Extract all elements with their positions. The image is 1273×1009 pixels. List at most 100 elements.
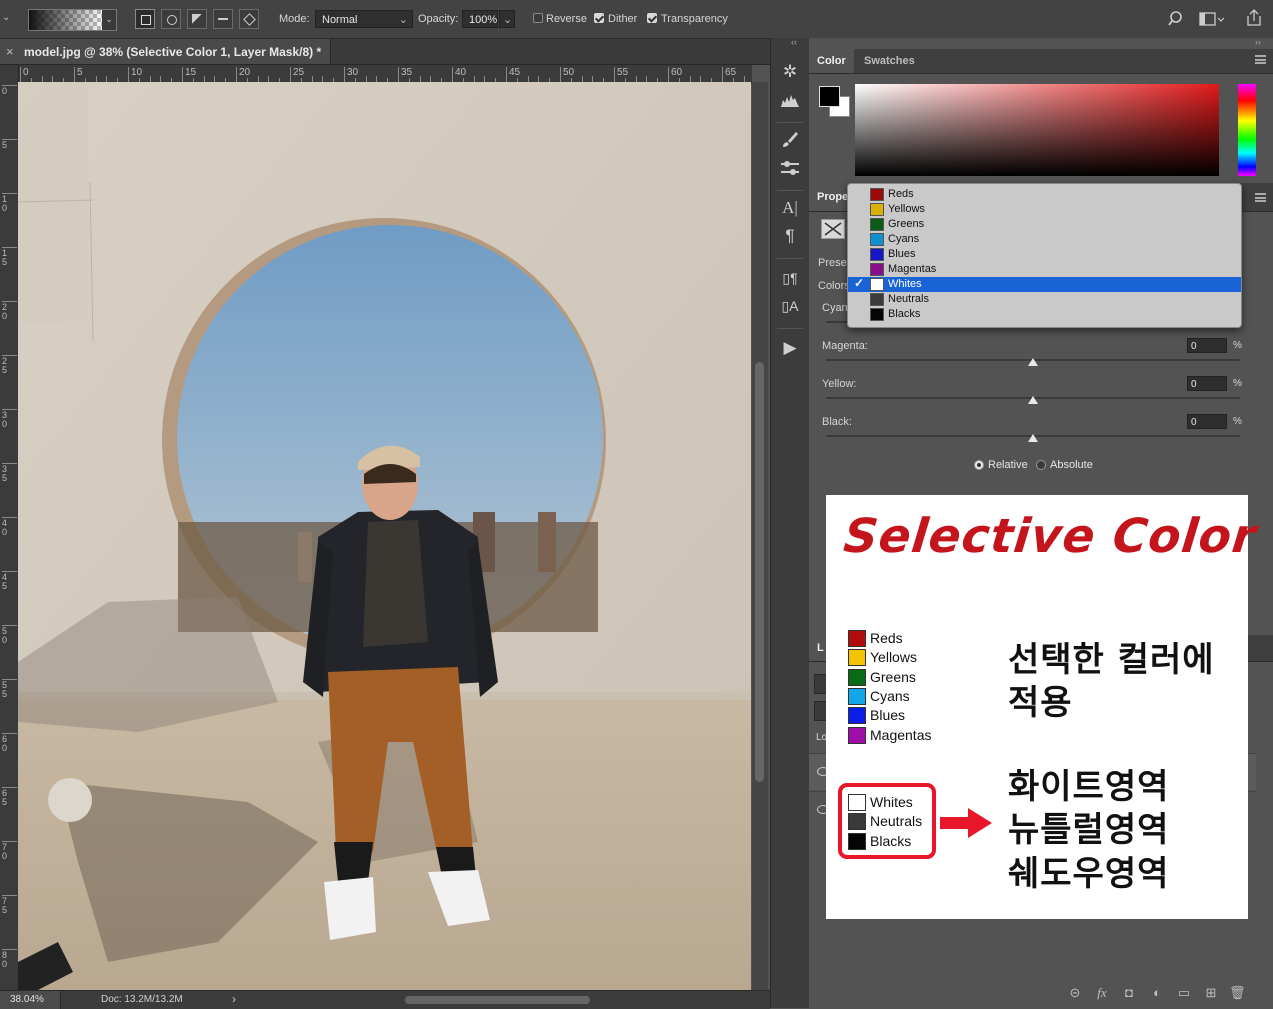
color-swatch xyxy=(848,832,866,850)
mask-icon[interactable] xyxy=(821,219,845,239)
layers-footer: ⊝ fx ◘ ◐ ▭ ⊞ 🗑 xyxy=(809,978,1273,1008)
ruler-tick xyxy=(182,67,183,82)
range-label: Cyans xyxy=(870,687,910,704)
color-swatch xyxy=(848,813,866,831)
tool-preset-picker[interactable]: ⌄ xyxy=(2,12,16,26)
opacity-dropdown[interactable]: ⌄ xyxy=(499,10,515,28)
color-panel: Color Swatches xyxy=(809,49,1273,181)
gradient-preview[interactable] xyxy=(28,9,104,31)
caption-whites: 화이트영역 xyxy=(1008,767,1170,807)
colors-option-blues[interactable]: Blues xyxy=(848,247,1241,262)
collapse-arrows-icon[interactable]: ‹‹ xyxy=(791,37,797,47)
colors-option-magentas[interactable]: Magentas xyxy=(848,262,1241,277)
ruler-label: 25 xyxy=(2,356,8,375)
transparency-checkbox[interactable] xyxy=(647,13,657,23)
colors-option-greens[interactable]: Greens xyxy=(848,217,1241,232)
trash-icon[interactable]: 🗑 xyxy=(1229,985,1246,1001)
color-swatch xyxy=(848,794,866,811)
zoom-field[interactable]: 38.04% xyxy=(0,991,61,1009)
navigator-icon[interactable]: ✲ xyxy=(778,60,802,84)
vertical-ruler: 0 5 10 15 20 25 30 35 40 45 50 55 60 65 70 75 80 xyxy=(0,65,19,990)
workspace-icon[interactable] xyxy=(1199,10,1225,28)
ruler-label: 15 xyxy=(185,67,197,78)
ruler-label: 65 xyxy=(725,67,737,78)
dither-checkbox[interactable] xyxy=(594,13,604,23)
ruler-tick xyxy=(20,67,21,82)
color-swatch xyxy=(870,278,884,291)
scrollbar-thumb[interactable] xyxy=(755,362,764,782)
expand-arrows-icon[interactable]: ›› xyxy=(1255,37,1261,47)
brush-icon[interactable] xyxy=(778,128,802,152)
document-tab[interactable]: × model.jpg @ 38% (Selective Color 1, La… xyxy=(0,39,331,64)
yellow-input[interactable]: 0 xyxy=(1187,376,1227,391)
black-unit: % xyxy=(1233,416,1242,427)
relative-label: Relative xyxy=(988,459,1028,471)
paragraph-icon[interactable]: ¶ xyxy=(778,224,802,248)
ruler-tick xyxy=(722,67,723,82)
doc-size: Doc: 13.2M/13.2M xyxy=(101,994,183,1005)
panel-menu-icon[interactable] xyxy=(1255,55,1266,64)
new-layer-icon[interactable]: ⊞ xyxy=(1203,985,1219,1001)
reverse-checkbox[interactable] xyxy=(533,13,543,23)
angle-gradient-button[interactable] xyxy=(187,9,207,29)
colors-option-whites[interactable]: ✓ Whites xyxy=(848,276,1241,292)
paragraph-styles-icon[interactable]: ▯¶ xyxy=(778,266,802,290)
ruler-label: 15 xyxy=(2,248,8,267)
tab-color[interactable]: Color xyxy=(809,49,854,73)
link-layers-icon[interactable]: ⊝ xyxy=(1067,985,1083,1001)
option-label: Reds xyxy=(888,188,914,200)
colors-option-yellows[interactable]: Yellows xyxy=(848,202,1241,217)
vertical-scrollbar[interactable] xyxy=(752,82,768,990)
colors-option-neutrals[interactable]: Neutrals xyxy=(848,292,1241,307)
ruler-tick xyxy=(74,67,75,82)
colors-option-cyans[interactable]: Cyans xyxy=(848,232,1241,247)
reflected-gradient-button[interactable] xyxy=(213,9,233,29)
absolute-radio[interactable] xyxy=(1036,460,1046,470)
colors-option-reds[interactable]: Reds xyxy=(848,187,1241,202)
selective-color-explainer-card: Selective Color 선택한 컬러에 적용 화이트영역 뉴틀럴영역 쉐… xyxy=(826,495,1259,919)
share-icon[interactable] xyxy=(1244,8,1264,28)
layer-style-icon[interactable]: fx xyxy=(1094,985,1110,1001)
colors-label: Colors xyxy=(818,280,850,292)
document-canvas[interactable] xyxy=(18,82,751,990)
ruler-label: 30 xyxy=(347,67,359,78)
new-group-icon[interactable]: ▭ xyxy=(1176,985,1192,1001)
linear-gradient-button[interactable] xyxy=(135,9,155,29)
horizontal-scrollbar[interactable] xyxy=(405,996,590,1004)
ruler-label: 20 xyxy=(239,67,251,78)
magenta-slider-thumb[interactable] xyxy=(1028,358,1038,366)
radial-gradient-button[interactable] xyxy=(161,9,181,29)
actions-play-icon[interactable]: ▶ xyxy=(778,336,802,360)
character-styles-icon[interactable]: ▯A xyxy=(778,294,802,318)
colors-option-blacks[interactable]: Blacks xyxy=(848,307,1241,322)
ruler-tick xyxy=(506,67,507,82)
range-label: Magentas xyxy=(870,726,932,743)
black-slider-thumb[interactable] xyxy=(1028,434,1038,442)
black-input[interactable]: 0 xyxy=(1187,414,1227,429)
status-menu-arrow[interactable]: › xyxy=(232,992,236,1006)
ruler-tick xyxy=(560,67,561,82)
color-field[interactable] xyxy=(855,84,1219,176)
caption-apply-line2: 적용 xyxy=(1008,683,1073,723)
panel-menu-icon[interactable] xyxy=(1255,193,1266,202)
yellow-slider-thumb[interactable] xyxy=(1028,396,1038,404)
histogram-icon[interactable] xyxy=(778,88,802,112)
search-icon[interactable] xyxy=(1168,10,1186,28)
tab-swatches[interactable]: Swatches xyxy=(856,49,923,73)
ruler-label: 65 xyxy=(2,788,8,807)
magenta-input[interactable]: 0 xyxy=(1187,338,1227,353)
relative-radio[interactable] xyxy=(974,460,984,470)
add-mask-icon[interactable]: ◘ xyxy=(1121,985,1137,1001)
document-tab-bar: × model.jpg @ 38% (Selective Color 1, La… xyxy=(0,39,770,65)
adjustment-layer-icon[interactable]: ◐ xyxy=(1149,985,1165,1001)
hue-spectrum-bar[interactable] xyxy=(1238,84,1256,176)
character-icon[interactable]: A| xyxy=(778,196,802,220)
gradient-dropdown-arrow[interactable]: ⌄ xyxy=(102,9,117,31)
close-icon[interactable]: × xyxy=(6,44,14,59)
option-label: Whites xyxy=(888,278,922,290)
opacity-input[interactable]: 100% xyxy=(462,10,498,28)
mode-select[interactable]: Normal ⌄ xyxy=(315,10,413,28)
brush-settings-icon[interactable] xyxy=(778,156,802,180)
diamond-gradient-button[interactable] xyxy=(239,9,259,29)
foreground-color-swatch[interactable] xyxy=(819,86,840,107)
